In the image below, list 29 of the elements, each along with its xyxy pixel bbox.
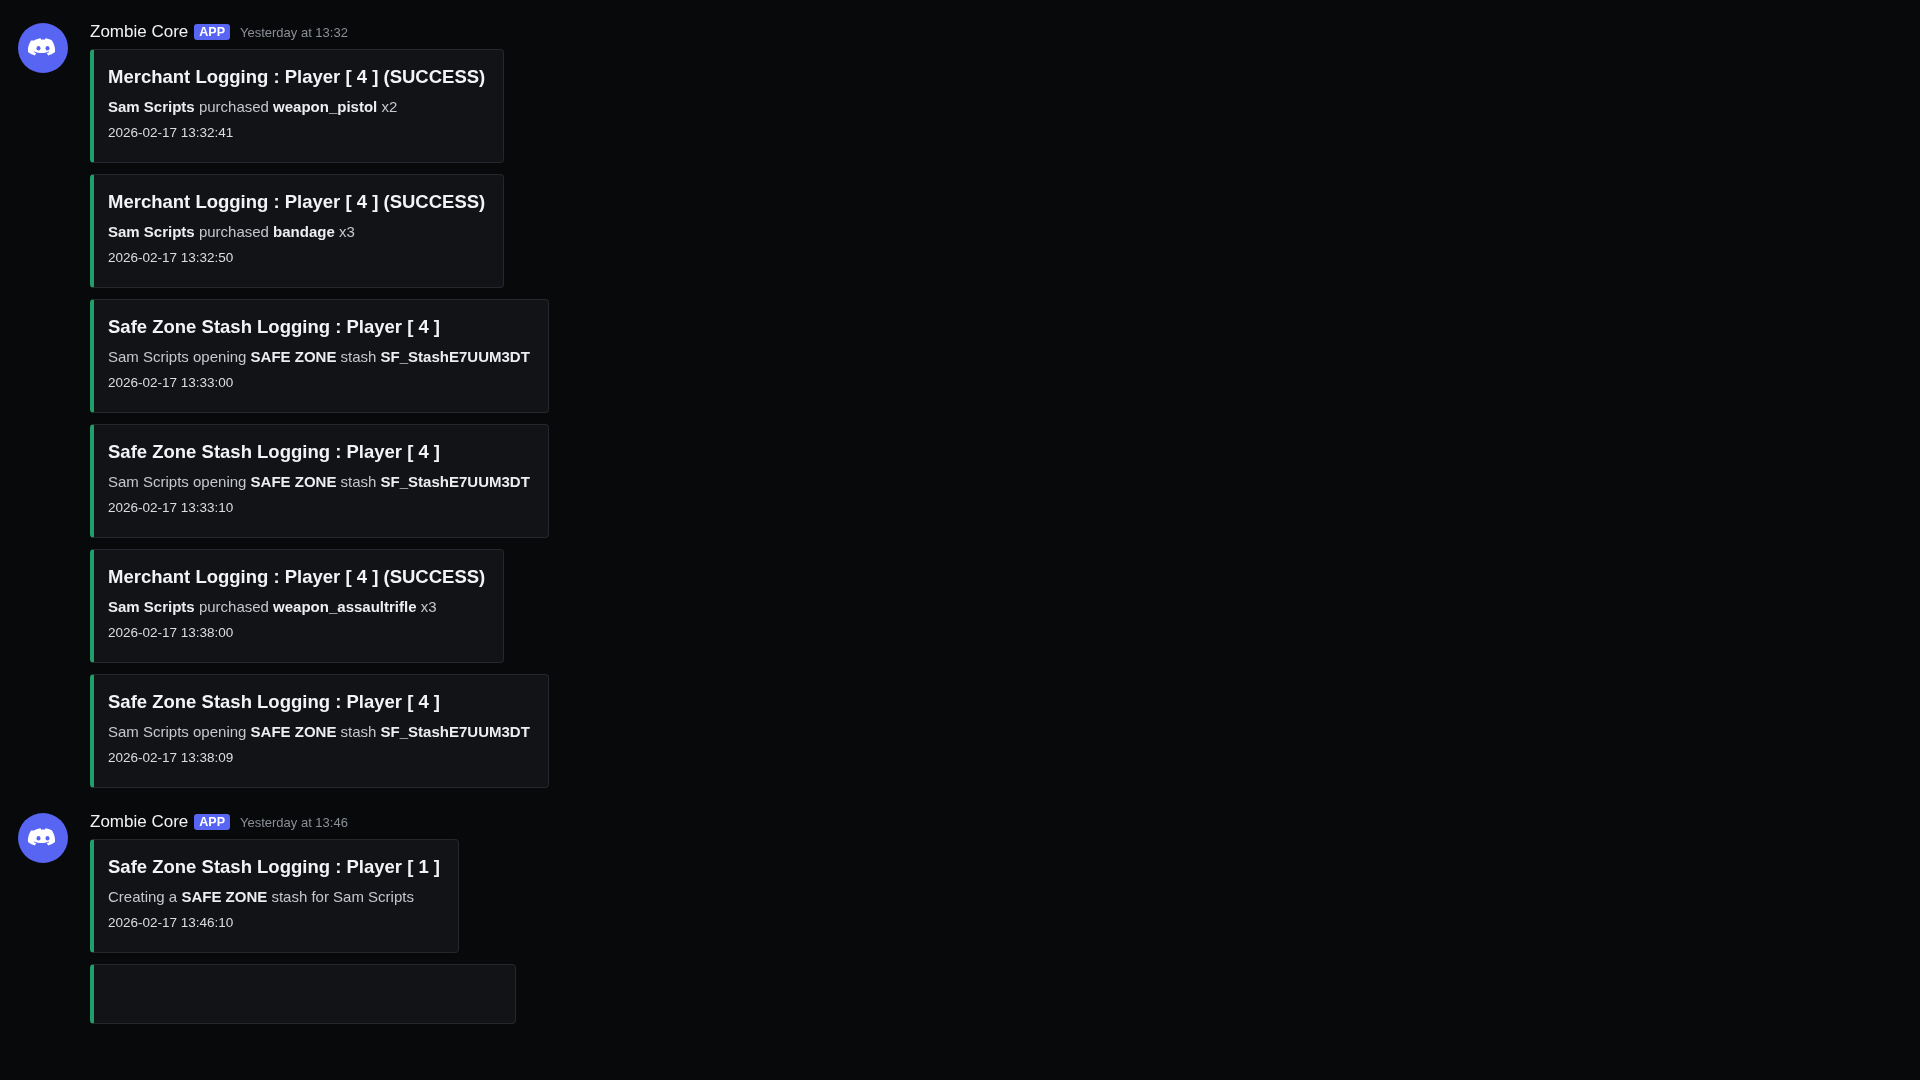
message-time: Yesterday at 13:32 (239, 24, 348, 40)
embed-timestamp: 2026-02-17 13:32:41 (108, 125, 235, 140)
embed-timestamp: 2026-02-17 13:38:00 (108, 625, 235, 640)
author-name[interactable]: Zombie Core (90, 22, 189, 42)
embed-description: Sam Scripts purchased weapon_pistol x2 (108, 98, 399, 115)
embed-description: Sam Scripts opening SAFE ZONE stash SF_StashE7UUM3DT (108, 473, 530, 490)
embed-timestamp: 2026-02-17 13:46:10 (108, 915, 235, 930)
message-time: Yesterday at 13:46 (239, 814, 348, 830)
author-name[interactable]: Zombie Core (90, 812, 189, 832)
embed-timestamp: 2026-02-17 13:38:09 (108, 750, 235, 765)
avatar-icon[interactable] (18, 813, 68, 863)
embed-title: Safe Zone Stash Logging : Player [ 4 ] (108, 316, 442, 338)
embed-description: Creating a SAFE ZONE stash for Sam Scripts (108, 888, 415, 905)
embed-title: Merchant Logging : Player [ 4 ] (SUCCESS) (108, 66, 486, 88)
embed-description: Sam Scripts opening SAFE ZONE stash SF_StashE7UUM3DT (108, 723, 530, 740)
avatar-icon[interactable] (18, 23, 68, 73)
embed-timestamp: 2026-02-17 13:32:50 (108, 250, 235, 265)
embed-title: Merchant Logging : Player [ 4 ] (SUCCESS) (108, 191, 486, 213)
embed-timestamp: 2026-02-17 13:33:10 (108, 500, 235, 515)
embed-timestamp: 2026-02-17 13:33:00 (108, 375, 235, 390)
embed-title: Safe Zone Stash Logging : Player [ 4 ] (108, 441, 442, 463)
embed-title: Safe Zone Stash Logging : Player [ 1 ] (108, 856, 441, 878)
app-tag: APP (194, 814, 230, 830)
embed-title: Merchant Logging : Player [ 4 ] (SUCCESS) (108, 566, 486, 588)
embed-description: Sam Scripts opening SAFE ZONE stash SF_StashE7UUM3DT (108, 348, 530, 365)
embed-title: Safe Zone Stash Logging : Player [ 4 ] (108, 691, 442, 713)
embed-description: Sam Scripts purchased bandage x3 (108, 223, 356, 240)
embed-description: Sam Scripts purchased weapon_assaultrifle x3 (108, 598, 438, 615)
app-tag: APP (194, 24, 230, 40)
